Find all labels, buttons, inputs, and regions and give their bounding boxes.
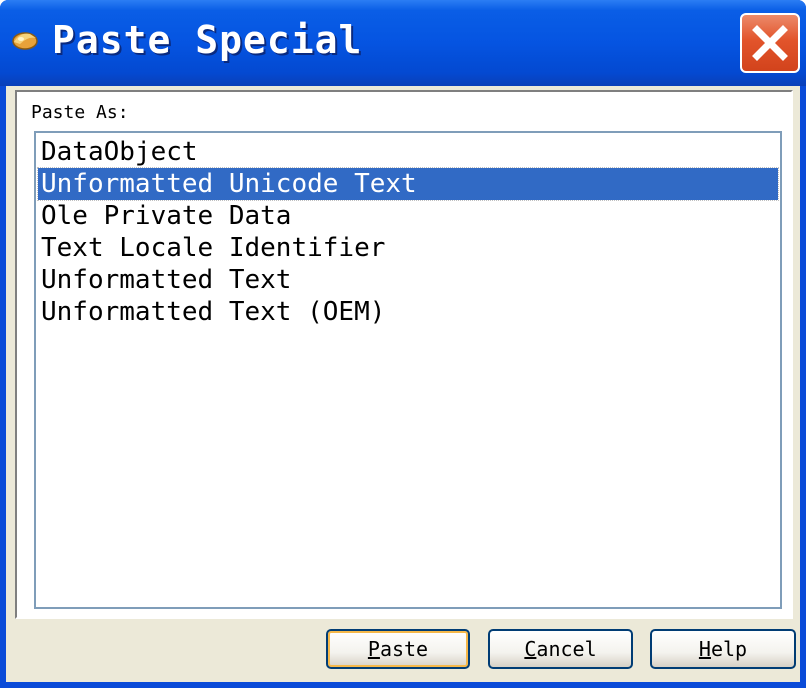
dialog-title: Paste Special <box>52 18 363 62</box>
paste-special-dialog: Paste Special Paste As: DataObject Unfor… <box>0 0 806 688</box>
paste-button-accel: P <box>367 637 380 661</box>
help-button-accel: H <box>698 637 711 661</box>
list-item[interactable]: Unformatted Unicode Text <box>37 167 779 201</box>
list-item[interactable]: Unformatted Text <box>36 264 776 296</box>
cancel-button-accel: C <box>524 637 537 661</box>
dialog-body: Paste As: DataObject Unformatted Unicode… <box>6 86 800 682</box>
cancel-button-label: ancel <box>536 637 597 661</box>
title-bar[interactable]: Paste Special <box>0 0 806 86</box>
cancel-button[interactable]: Cancel <box>488 629 633 669</box>
paste-as-group: Paste As: DataObject Unformatted Unicode… <box>15 90 793 619</box>
list-item[interactable]: DataObject <box>36 136 776 168</box>
help-button[interactable]: Help <box>650 629 796 669</box>
paste-button-label: aste <box>379 637 429 661</box>
paste-format-listbox[interactable]: DataObject Unformatted Unicode Text Ole … <box>34 131 782 609</box>
help-button-label: elp <box>710 637 748 661</box>
list-item[interactable]: Ole Private Data <box>36 200 776 232</box>
close-icon <box>752 25 788 61</box>
list-item[interactable]: Text Locale Identifier <box>36 232 776 264</box>
list-item[interactable]: Unformatted Text (OEM) <box>36 296 776 328</box>
paste-as-label: Paste As: <box>31 102 129 123</box>
paste-button[interactable]: Paste <box>326 629 470 669</box>
close-button[interactable] <box>740 13 800 73</box>
pencil-eraser-icon <box>10 28 40 52</box>
